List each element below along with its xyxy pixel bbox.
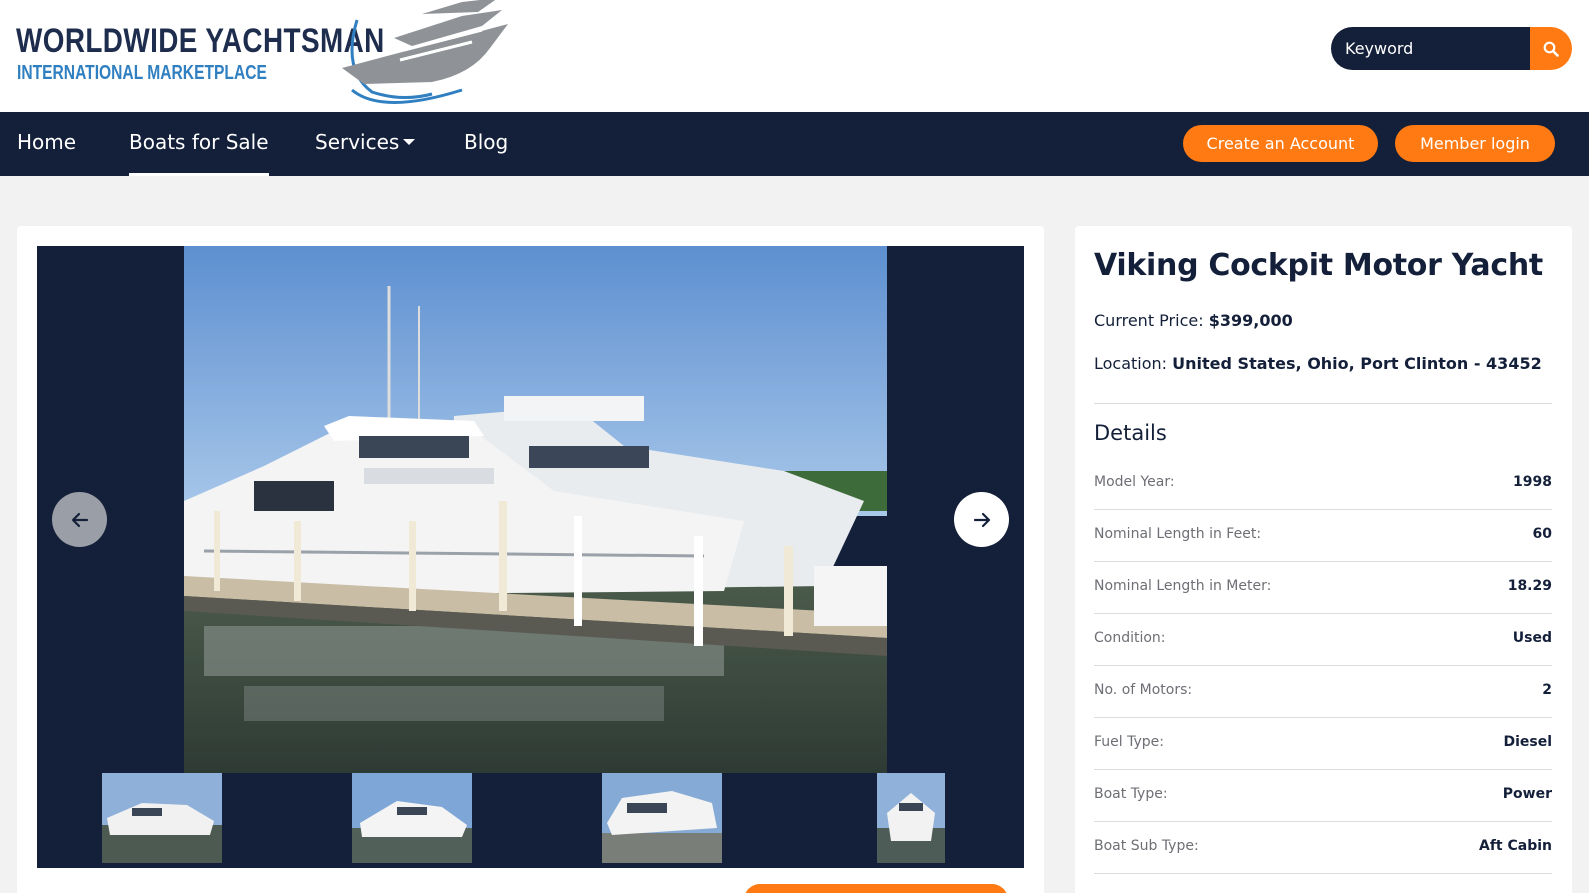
detail-value: 60 [1532, 526, 1552, 542]
photo-thumbnail[interactable] [352, 773, 472, 863]
nav-services-label: Services [315, 130, 400, 154]
detail-value: Diesel [1503, 734, 1552, 750]
location-line: Location: United States, Ohio, Port Clin… [1094, 354, 1542, 373]
detail-row-fuel-type: Fuel Type: Diesel [1094, 718, 1552, 770]
search-icon [1543, 41, 1559, 57]
nav-home[interactable]: Home [17, 112, 76, 176]
detail-row-length-meter: Nominal Length in Meter: 18.29 [1094, 562, 1552, 614]
search-input[interactable] [1331, 27, 1531, 70]
detail-row-length-feet: Nominal Length in Feet: 60 [1094, 510, 1552, 562]
detail-value: 18.29 [1507, 578, 1552, 594]
arrow-right-icon [973, 512, 990, 527]
location-label: Location: [1094, 354, 1168, 373]
photo-thumbnail[interactable] [102, 773, 222, 863]
contact-button[interactable] [744, 884, 1008, 893]
price-label: Current Price: [1094, 311, 1204, 330]
price-line: Current Price: $399,000 [1094, 311, 1293, 330]
logo-subtitle: INTERNATIONAL MARKETPLACE [17, 62, 267, 84]
detail-label: Fuel Type: [1094, 734, 1164, 750]
detail-row-model-year: Model Year: 1998 [1094, 458, 1552, 510]
detail-label: Nominal Length in Feet: [1094, 526, 1262, 542]
nav-services[interactable]: Services [315, 112, 416, 176]
search-form [1331, 27, 1572, 70]
yacht-logo-icon [342, 0, 508, 104]
detail-label: Condition: [1094, 630, 1166, 646]
details-heading: Details [1094, 421, 1167, 445]
nav-boats-for-sale[interactable]: Boats for Sale [129, 112, 269, 176]
main-boat-photo[interactable] [184, 246, 887, 773]
detail-label: Boat Sub Type: [1094, 838, 1199, 854]
site-logo[interactable]: WORLDWIDE YACHTSMAN INTERNATIONAL MARKET… [16, 0, 516, 112]
listing-title: Viking Cockpit Motor Yacht [1094, 248, 1543, 283]
detail-label: Nominal Length in Meter: [1094, 578, 1272, 594]
site-header: WORLDWIDE YACHTSMAN INTERNATIONAL MARKET… [0, 0, 1589, 112]
detail-label: Model Year: [1094, 474, 1175, 490]
nav-blog[interactable]: Blog [464, 112, 508, 176]
detail-value: 1998 [1513, 474, 1552, 490]
photo-gallery [37, 246, 1024, 868]
chevron-down-icon [403, 138, 416, 145]
price-value: $399,000 [1208, 311, 1293, 330]
next-photo-button[interactable] [954, 492, 1009, 547]
location-value: United States, Ohio, Port Clinton - 4345… [1172, 354, 1542, 373]
detail-label: No. of Motors: [1094, 682, 1193, 698]
prev-photo-button[interactable] [52, 492, 107, 547]
divider [1094, 403, 1552, 404]
gallery-card [17, 226, 1044, 893]
main-nav: Home Boats for Sale Services Blog Create… [0, 112, 1589, 176]
detail-label: Boat Type: [1094, 786, 1168, 802]
detail-value: Power [1502, 786, 1552, 802]
listing-details-card: Viking Cockpit Motor Yacht Current Price… [1075, 226, 1572, 893]
detail-row-boat-type: Boat Type: Power [1094, 770, 1552, 822]
detail-value: Aft Cabin [1478, 838, 1552, 854]
detail-value: Used [1512, 630, 1552, 646]
search-button[interactable] [1530, 27, 1572, 70]
photo-thumbnail[interactable] [877, 773, 945, 863]
detail-row-boat-sub-type: Boat Sub Type: Aft Cabin [1094, 822, 1552, 874]
detail-row-motors: No. of Motors: 2 [1094, 666, 1552, 718]
member-login-button[interactable]: Member login [1395, 125, 1555, 162]
photo-thumbnail[interactable] [602, 773, 722, 863]
detail-row-condition: Condition: Used [1094, 614, 1552, 666]
create-account-button[interactable]: Create an Account [1183, 125, 1378, 162]
detail-value: 2 [1542, 682, 1552, 698]
arrow-left-icon [71, 512, 88, 527]
